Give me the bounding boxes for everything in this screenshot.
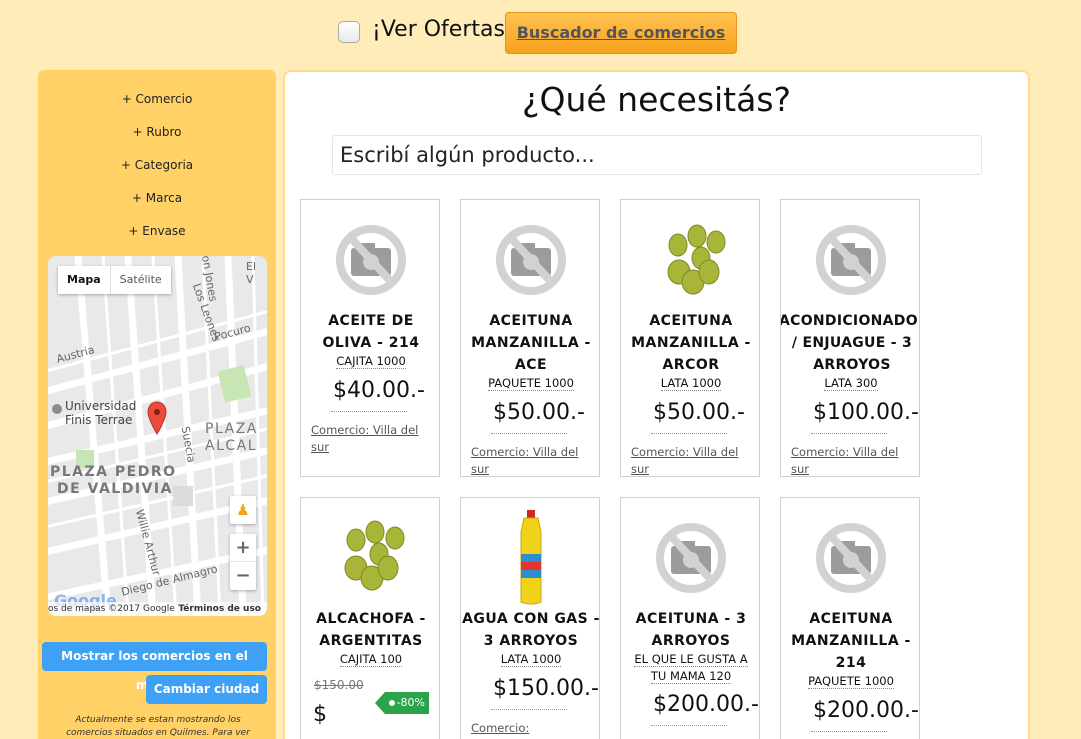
product-name: AGUA CON GAS - 3 ARROYOS (462, 611, 600, 649)
no-photo-icon (496, 225, 566, 295)
price-divider (491, 433, 567, 434)
map-type-satelite[interactable]: Satélite (109, 266, 171, 294)
no-photo-icon (336, 225, 406, 295)
product-card[interactable]: ACONDICIONADOR / ENJUAGUE - 3 ARROYOS LA… (780, 199, 920, 477)
place-label: Universidad Finis Terrae (65, 399, 137, 427)
map-type-mapa[interactable]: Mapa (58, 266, 110, 294)
product-search-input[interactable] (332, 135, 982, 175)
product-card[interactable]: ACEITE DE OLIVA - 214 CAJITA 1000 $40.00… (300, 199, 440, 477)
product-card[interactable]: ACEITUNA MANZANILLA - ARCOR LATA 1000 $5… (620, 199, 760, 477)
discount-badge: -80% (375, 692, 429, 714)
product-name: ACEITUNA - 3 ARROYOS (635, 611, 747, 649)
show-map-stores-button[interactable]: Mostrar los comercios en el mapa (42, 642, 267, 692)
product-card[interactable]: AGUA CON GAS - 3 ARROYOS LATA 1000 $150.… (460, 497, 600, 739)
olives-product-image (667, 224, 726, 295)
map-type-control: Mapa Satélite (58, 266, 171, 294)
map-credit: os de mapas ©2017 Google (48, 604, 175, 614)
product-name: ACEITUNA MANZANILLA - ARCOR (631, 313, 751, 373)
product-name: ACEITUNA MANZANILLA - ACE (471, 313, 591, 373)
page-title: ¿Qué necesitás? (521, 80, 792, 119)
product-name: ACONDICIONADOR / ENJUAGUE - 3 ARROYOS (780, 313, 920, 373)
filter-marca[interactable]: + Marca (38, 191, 276, 205)
product-card[interactable]: ACEITUNA MANZANILLA - 214 PAQUETE 1000 $… (780, 497, 920, 739)
product-card[interactable]: ACEITUNA MANZANILLA - ACE PAQUETE 1000 $… (460, 199, 600, 477)
filter-rubro[interactable]: + Rubro (38, 125, 276, 139)
price-divider (491, 709, 567, 710)
product-presentation: PAQUETE 1000 (808, 674, 894, 689)
no-photo-icon (816, 523, 886, 593)
ver-ofertas-checkbox[interactable] (338, 21, 360, 43)
buscador-comercios-button[interactable]: Buscador de comercios (505, 12, 737, 54)
price-divider (651, 433, 727, 434)
product-store-link[interactable]: Comercio: Villa del sur (471, 444, 596, 476)
zoom-out-button[interactable]: − (230, 562, 256, 590)
price-divider (331, 411, 407, 412)
filter-categoria[interactable]: + Categoria (38, 158, 276, 172)
product-price: $50.00.- (653, 400, 745, 425)
product-card[interactable]: ACEITUNA - 3 ARROYOS EL QUE LE GUSTA A T… (620, 497, 760, 739)
olives-product-image (344, 520, 405, 591)
product-price: $200.00.- (813, 698, 919, 723)
product-store-link[interactable]: Comercio: Villa del sur (791, 444, 916, 476)
no-photo-icon (656, 523, 726, 593)
product-price: $200.00.- (653, 692, 759, 717)
product-store-link[interactable]: Comercio: Villa del sur (311, 422, 436, 456)
product-name: ACEITUNA MANZANILLA - 214 (791, 611, 911, 671)
price-divider (811, 433, 887, 434)
top-bar: ¡Ver Ofertas! Buscador de comercios (0, 12, 1081, 54)
product-presentation: LATA 1000 (660, 376, 722, 391)
no-photo-icon (816, 225, 886, 295)
google-map[interactable]: Austria Los Leones Pocuro Suecia Willie … (48, 256, 267, 616)
filter-envase[interactable]: + Envase (38, 224, 276, 238)
change-city-button[interactable]: Cambiar ciudad (146, 675, 267, 704)
product-price: $100.00.- (813, 400, 919, 425)
price-divider (651, 725, 727, 726)
street-label: El V (246, 260, 257, 286)
map-footer: os de mapas ©2017 Google Términos de uso (48, 602, 267, 616)
product-price: $40.00.- (333, 378, 425, 403)
product-name: ALCACHOFA - ARGENTITAS (316, 611, 426, 649)
product-price: $50.00.- (493, 400, 585, 425)
product-name: ACEITE DE OLIVA - 214 (322, 313, 420, 351)
product-presentation: CAJITA 1000 (336, 354, 406, 369)
product-store-link[interactable]: Comercio: (471, 720, 596, 737)
product-card[interactable]: ALCACHOFA - ARGENTITAS CAJITA 100 $150.0… (300, 497, 440, 739)
soda-bottle-image (520, 510, 542, 605)
zoom-in-button[interactable]: + (230, 534, 256, 562)
product-presentation: PAQUETE 1000 (488, 376, 574, 391)
product-presentation: LATA 300 (824, 376, 878, 391)
ver-ofertas-label[interactable]: ¡Ver Ofertas! (372, 17, 514, 42)
pegman-icon[interactable]: ♟ (230, 496, 256, 524)
price-divider (811, 731, 887, 732)
product-presentation: EL QUE LE GUSTA A TU MAMA 120 (634, 652, 748, 684)
map-terms-link[interactable]: Términos de uso (178, 602, 261, 616)
product-presentation: CAJITA 100 (339, 652, 403, 667)
product-price: $150.00.- (493, 676, 599, 701)
main-panel: ¿Qué necesitás? ACEITE DE OLIVA - 214 CA… (283, 70, 1030, 739)
university-icon (52, 404, 62, 414)
place-label: PLAZA PEDRO DE VALDIVIA (50, 464, 177, 497)
sidebar: + Comercio + Rubro + Categoria + Marca +… (38, 70, 276, 739)
map-marker-icon[interactable] (147, 401, 167, 435)
product-store-link[interactable]: Comercio: Villa del sur (631, 444, 756, 476)
zoom-control: + − (230, 534, 256, 590)
old-price: $150.00 (314, 678, 364, 692)
product-presentation: LATA 1000 (500, 652, 562, 667)
location-note: Actualmente se estan mostrando los comer… (66, 715, 250, 738)
place-label: PLAZA ALCAL (205, 421, 258, 454)
product-price: $ (313, 702, 327, 727)
filter-comercio[interactable]: + Comercio (38, 92, 276, 106)
